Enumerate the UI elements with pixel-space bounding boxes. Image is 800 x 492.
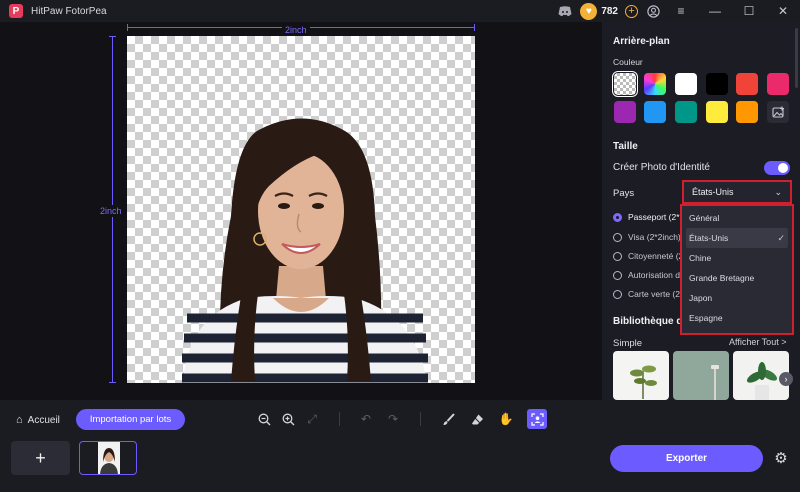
undo-icon[interactable]: ↶ [357, 410, 375, 428]
background-section-title: Arrière-plan [613, 36, 670, 47]
gear-icon[interactable]: ⚙ [772, 449, 790, 467]
panel-scrollbar[interactable] [795, 28, 798, 88]
zoom-in-icon[interactable] [279, 410, 297, 428]
home-label: Accueil [27, 414, 60, 426]
id-photo-toggle[interactable] [764, 161, 790, 175]
radio-icon [613, 251, 622, 261]
credit-count: 782 [601, 5, 618, 17]
id-photo-preview[interactable] [127, 36, 475, 383]
swatch-black[interactable] [706, 73, 728, 95]
account-icon[interactable] [642, 0, 664, 22]
custom-image-icon[interactable] [767, 101, 789, 123]
check-icon: ✓ [777, 232, 785, 243]
radio-icon [613, 289, 622, 299]
toolbar-divider [420, 412, 421, 426]
chevron-down-icon: ⌄ [774, 186, 782, 197]
swatch-transparent[interactable] [612, 71, 638, 97]
width-dimension-label: 2inch [282, 25, 310, 35]
minimize-icon[interactable]: — [698, 0, 732, 22]
country-label: Pays [613, 188, 635, 199]
library-thumb-2[interactable] [673, 351, 729, 400]
size-option-label: Visa (2*2inch) [628, 232, 681, 242]
id-photo-label: Créer Photo d'Identité [613, 162, 710, 173]
radio-icon [613, 212, 622, 222]
option-label: États-Unis [689, 233, 729, 243]
bottom-toolbar: ⌂ Accueil Importation par lots ⤢ ↶ ↷ ✋ +… [0, 400, 800, 492]
coin-icon: ♥ [580, 2, 598, 20]
add-credits-icon[interactable]: + [625, 4, 638, 18]
redo-icon[interactable]: ↷ [384, 410, 402, 428]
batch-import-button[interactable]: Importation par lots [76, 409, 185, 430]
country-option-china[interactable]: Chine [686, 248, 788, 268]
swatch-orange[interactable] [736, 101, 758, 123]
size-option-label: Carte verte (2*2 [628, 289, 688, 299]
swatch-teal[interactable] [675, 101, 697, 123]
option-label: Grande Bretagne [689, 273, 755, 283]
size-option-label: Autorisation d'E [628, 270, 688, 280]
country-option-japan[interactable]: Japon [686, 288, 788, 308]
size-section-title: Taille [613, 141, 638, 152]
swatch-pink[interactable] [767, 73, 789, 95]
library-category-simple: Simple [613, 338, 643, 349]
size-option-visa[interactable]: Visa (2*2inch) [613, 232, 681, 242]
portrait-image [182, 118, 428, 383]
option-label: Espagne [689, 313, 723, 323]
hand-icon[interactable]: ✋ [497, 410, 515, 428]
size-option-authorization[interactable]: Autorisation d'E [613, 270, 687, 280]
country-option-usa[interactable]: États-Unis ✓ [686, 228, 788, 248]
title-bar: P HitPaw FotorPea ♥ 782 + ≡ — ☐ ✕ [0, 0, 800, 22]
library-section-title: Bibliothèque d' [613, 316, 685, 327]
eraser-icon[interactable] [468, 410, 486, 428]
size-option-citizenship[interactable]: Citoyenneté (2* [613, 251, 687, 261]
option-label: Général [689, 213, 720, 223]
close-icon[interactable]: ✕ [766, 0, 800, 22]
country-option-spain[interactable]: Espagne [686, 308, 788, 328]
toolbar-divider [339, 412, 340, 426]
radio-icon [613, 270, 622, 280]
add-image-button[interactable]: + [11, 441, 70, 475]
canvas-area: 2inch 2inch [0, 22, 602, 402]
width-dimension-line: 2inch [127, 24, 475, 35]
export-button[interactable]: Exporter [610, 445, 763, 472]
title-bar-controls: ♥ 782 + ≡ — ☐ ✕ [554, 0, 800, 22]
country-option-general[interactable]: Général [686, 208, 788, 228]
country-dropdown: Général États-Unis ✓ Chine Grande Bretagn… [680, 204, 794, 335]
zoom-out-icon[interactable] [255, 410, 273, 428]
home-link[interactable]: ⌂ Accueil [16, 414, 60, 426]
height-dimension-label: 2inch [100, 205, 122, 217]
swatch-purple[interactable] [614, 101, 636, 123]
country-option-uk[interactable]: Grande Bretagne [686, 268, 788, 288]
app-title: HitPaw FotorPea [31, 5, 107, 17]
swatch-white[interactable] [675, 73, 697, 95]
fit-screen-icon[interactable]: ⤢ [303, 410, 321, 428]
home-icon: ⌂ [16, 414, 23, 426]
country-select-value: États-Unis [692, 187, 734, 197]
app-logo: P [9, 4, 23, 18]
portrait-detect-icon[interactable] [527, 409, 547, 429]
country-select[interactable]: États-Unis ⌄ [682, 180, 792, 204]
swatch-red[interactable] [736, 73, 758, 95]
discord-icon[interactable] [554, 0, 576, 22]
color-label: Couleur [613, 57, 643, 67]
swatch-yellow[interactable] [706, 101, 728, 123]
swatch-rainbow[interactable] [644, 73, 666, 95]
library-thumb-1[interactable] [613, 351, 669, 400]
size-option-label: Citoyenneté (2* [628, 251, 687, 261]
size-option-green-card[interactable]: Carte verte (2*2 [613, 289, 688, 299]
brush-icon[interactable] [439, 410, 457, 428]
radio-icon [613, 232, 622, 242]
chevron-right-icon[interactable]: › [779, 372, 793, 386]
image-thumbnail[interactable] [79, 441, 137, 475]
swatch-blue[interactable] [644, 101, 666, 123]
maximize-icon[interactable]: ☐ [732, 0, 766, 22]
show-all-link[interactable]: Afficher Tout > [729, 337, 786, 347]
option-label: Japon [689, 293, 713, 303]
credits-indicator[interactable]: ♥ 782 + [580, 2, 638, 20]
option-label: Chine [689, 253, 712, 263]
menu-icon[interactable]: ≡ [664, 0, 698, 22]
